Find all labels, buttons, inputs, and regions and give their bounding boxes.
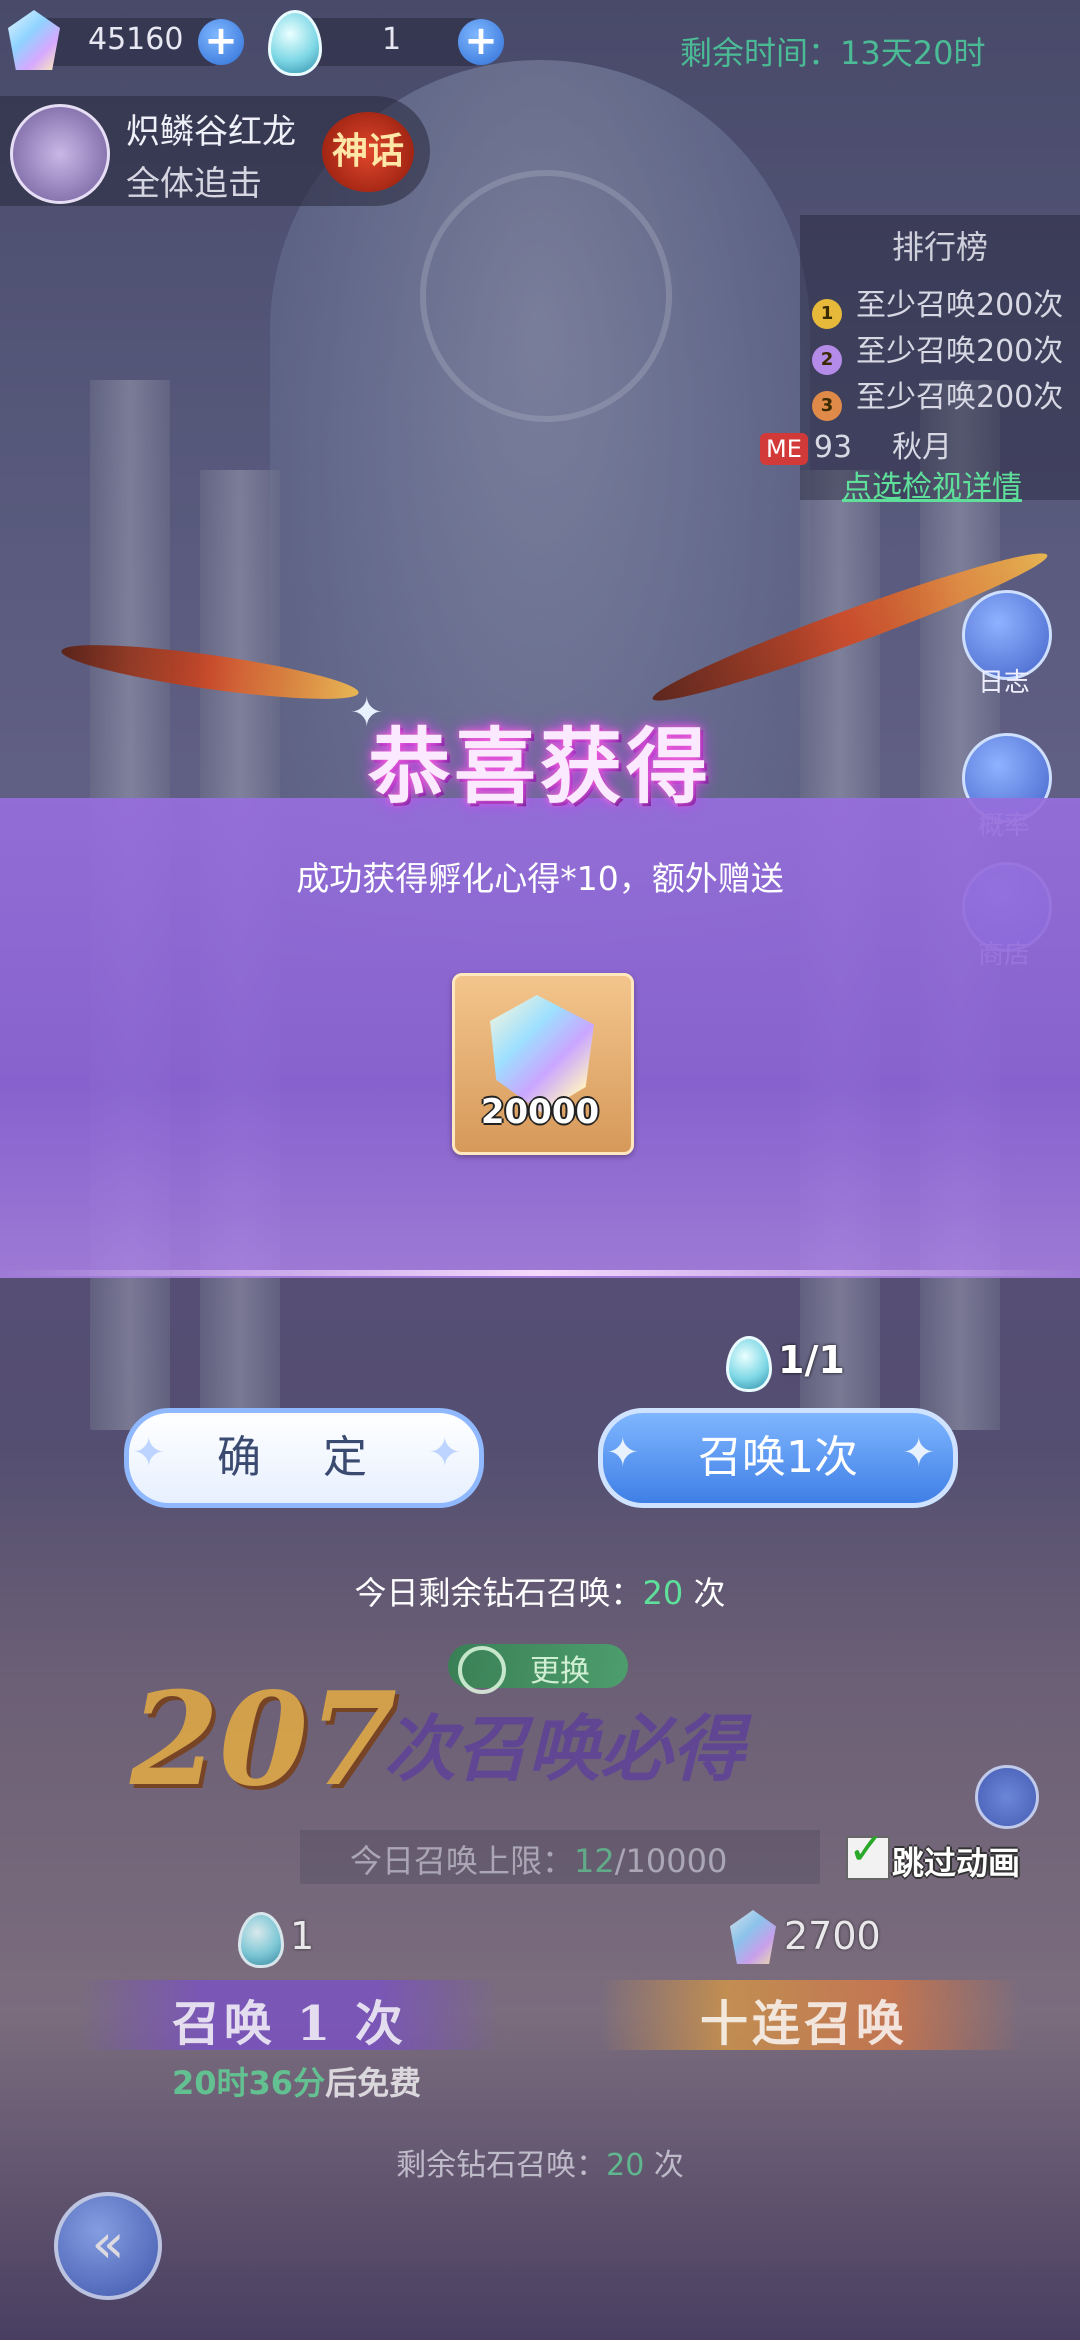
sparkle-icon: ✦ [132,1430,166,1476]
sparkle-icon: ✦ [428,1430,462,1476]
search-icon[interactable] [975,1765,1039,1829]
popup-glow-line [0,1270,1080,1276]
rarity-badge: 神话 [322,112,414,192]
remaining-diamond-summons: 剩余钻石召唤：20 次 [396,2148,684,2183]
guarantee-text: 次召唤必得 [384,1707,745,1791]
dragon-avatar [10,104,110,204]
ranking-title: 排行榜 [891,228,988,266]
reward-item-count: 20000 [480,1092,600,1132]
daily-limit: 今日召唤上限：12/10000 [350,1842,728,1880]
my-rank-row: ME 93 秋月 [760,422,952,466]
guarantee-number: 207 [130,1665,398,1815]
my-name: 秋月 [892,430,953,465]
timer-label: 剩余时间： [680,34,841,72]
timer-value: 13天20时 [840,34,986,72]
dragon-subtitle: 全体追击 [126,164,262,204]
medal-silver-icon: 2 [812,345,842,375]
daily-remaining-count: 20 [642,1574,684,1612]
sparkle-icon: ✦ [350,690,384,736]
log-label: 日志 [977,668,1030,698]
ranking-row-2: 2 至少召唤200次 [812,326,1063,375]
diamond-count: 45160 [88,22,184,57]
free-summon-timer: 20时36分后免费 [172,2064,422,2102]
skip-animation-label: 跳过动画 [892,1844,1021,1882]
back-button[interactable]: « [54,2192,162,2300]
ranking-row-1: 1 至少召唤200次 [812,280,1063,329]
single-summon-label: 召唤 1 次 [172,1996,407,2052]
summon-cost: 1/1 [778,1338,845,1382]
medal-gold-icon: 1 [812,299,842,329]
single-summon-cost: 1 [290,1914,315,1958]
event-timer: 剩余时间：13天20时 [680,28,985,74]
ranking-detail-link[interactable]: 点选检视详情 [842,462,1022,506]
check-icon: ✓ [848,1824,885,1875]
me-badge: ME [760,433,808,465]
sparkle-icon: ✦ [606,1430,640,1476]
ranking-row-3: 3 至少召唤200次 [812,372,1063,421]
add-egg-button[interactable]: + [458,19,504,65]
daily-diamond-summons: 今日剩余钻石召唤：20 次 [354,1574,726,1612]
ten-summon-cost: 2700 [784,1914,881,1958]
ten-summon-label: 十连召唤 [700,1996,909,2052]
my-rank: 93 [813,430,853,465]
dragon-name: 炽鳞谷红龙 [126,112,296,152]
refresh-icon [458,1646,506,1694]
sparkle-icon: ✦ [902,1430,936,1476]
popup-message: 成功获得孵化心得*10，额外赠送 [296,859,784,898]
egg-count: 1 [382,22,402,57]
medal-bronze-icon: 3 [812,391,842,421]
swap-label: 更换 [530,1654,590,1689]
add-diamond-button[interactable]: + [198,19,244,65]
